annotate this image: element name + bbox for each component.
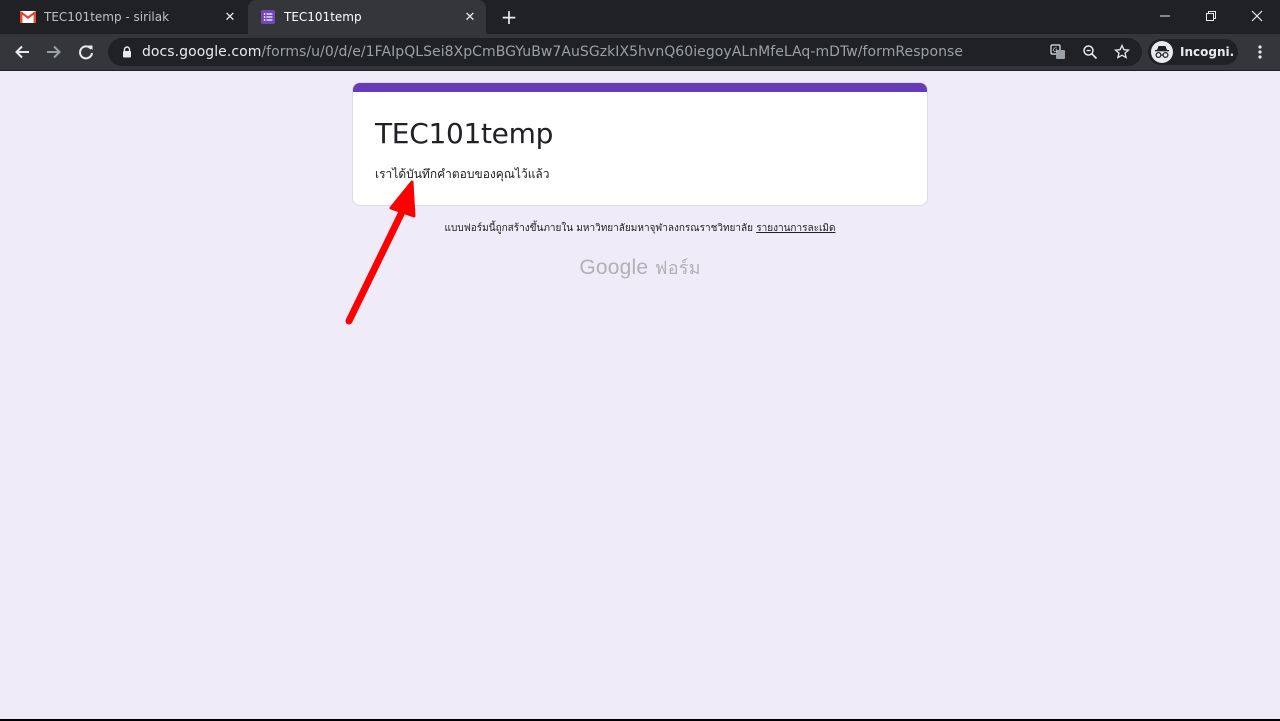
incognito-icon bbox=[1151, 41, 1173, 63]
google-forms-icon bbox=[260, 9, 276, 25]
address-bar[interactable]: docs.google.com/forms/u/0/d/e/1FAIpQLSei… bbox=[108, 38, 1142, 66]
translate-icon[interactable]: G bbox=[1046, 40, 1070, 64]
tab-strip: TEC101temp - sirilak ✕ TEC101temp ✕ + bbox=[0, 0, 1280, 34]
profile-label: Incogni... bbox=[1180, 45, 1234, 59]
google-forms-logo[interactable]: Google ฟอร์ม bbox=[0, 253, 1280, 282]
tab-title: TEC101temp - sirilak bbox=[44, 10, 170, 24]
annotation-arrow-icon bbox=[345, 180, 416, 325]
brand-forms: ฟอร์ม bbox=[654, 258, 701, 279]
form-footer-note: แบบฟอร์มนี้ถูกสร้างขึ้นภายใน มหาวิทยาลัย… bbox=[0, 221, 1280, 236]
url-path: /forms/u/0/d/e/1FAIpQLSei8XpCmBGYuBw7AuS… bbox=[261, 44, 964, 60]
star-icon[interactable] bbox=[1110, 40, 1134, 64]
forward-arrow-icon[interactable] bbox=[40, 38, 68, 66]
close-icon[interactable]: ✕ bbox=[220, 7, 240, 27]
form-title: TEC101temp bbox=[375, 117, 554, 150]
back-arrow-icon[interactable] bbox=[8, 38, 36, 66]
form-response-card: TEC101temp เราได้บันทึกคำตอบของคุณไว้แล้… bbox=[352, 82, 928, 206]
svg-text:G: G bbox=[1053, 47, 1058, 54]
form-page: TEC101temp เราได้บันทึกคำตอบของคุณไว้แล้… bbox=[0, 72, 1280, 721]
minimize-icon[interactable] bbox=[1142, 0, 1188, 32]
footer-text: แบบฟอร์มนี้ถูกสร้างขึ้นภายใน มหาวิทยาลัย… bbox=[444, 223, 754, 234]
zoom-icon[interactable] bbox=[1078, 40, 1102, 64]
form-accent-bar bbox=[353, 83, 927, 92]
restore-icon[interactable] bbox=[1188, 0, 1234, 32]
gmail-icon bbox=[20, 9, 36, 25]
browser-toolbar: docs.google.com/forms/u/0/d/e/1FAIpQLSei… bbox=[0, 34, 1280, 71]
incognito-profile-button[interactable]: Incogni... bbox=[1148, 39, 1238, 65]
report-abuse-link[interactable]: รายงานการละเมิด bbox=[756, 223, 835, 234]
tab-title: TEC101temp bbox=[284, 10, 362, 24]
window-close-icon[interactable] bbox=[1234, 0, 1280, 32]
tab-forms-active[interactable]: TEC101temp ✕ bbox=[248, 0, 486, 34]
brand-google: Google bbox=[579, 256, 649, 279]
tab-gmail[interactable]: TEC101temp - sirilak ✕ bbox=[8, 0, 246, 34]
url-host: docs.google.com bbox=[142, 44, 262, 60]
more-vertical-icon[interactable] bbox=[1248, 38, 1272, 66]
close-icon[interactable]: ✕ bbox=[460, 7, 480, 27]
new-tab-button[interactable]: + bbox=[498, 6, 520, 28]
url-text[interactable]: docs.google.com/forms/u/0/d/e/1FAIpQLSei… bbox=[142, 44, 1046, 60]
reload-icon[interactable] bbox=[72, 38, 100, 66]
lock-icon[interactable] bbox=[120, 46, 134, 58]
